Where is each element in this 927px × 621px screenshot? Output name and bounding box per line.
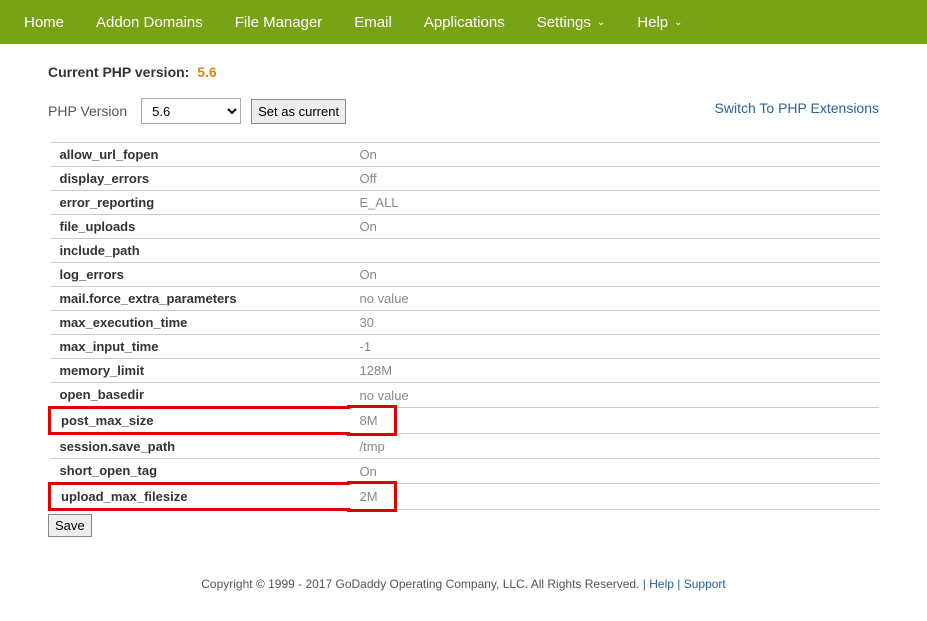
php-version-label: PHP Version [48,103,127,119]
nav-item-label: Email [354,14,392,31]
php-version-select[interactable]: 5.6 [141,98,241,124]
set-as-current-button[interactable]: Set as current [251,99,346,124]
current-version-value: 5.6 [197,64,216,80]
highlight-box [347,405,397,436]
setting-name: log_errors [50,263,350,287]
setting-name: post_max_size [50,408,350,434]
nav-item-label: File Manager [235,14,323,31]
footer-support-link[interactable]: Support [684,577,726,591]
setting-value[interactable]: On [350,459,880,484]
setting-value[interactable]: no value [350,287,880,311]
setting-name: include_path [50,239,350,263]
top-nav: Home Addon Domains File Manager Email Applic… [0,0,927,44]
nav-item-email[interactable]: Email [338,2,408,43]
nav-item-help[interactable]: Help ⌄ [621,2,698,43]
nav-item-label: Applications [424,14,505,31]
setting-value[interactable]: On [350,143,880,167]
main-content: Current PHP version: 5.6 PHP Version 5.6… [0,44,927,621]
chevron-down-icon: ⌄ [674,17,682,28]
version-selector-row: PHP Version 5.6 Set as current Switch To… [48,98,879,124]
setting-value[interactable]: Off [350,167,880,191]
switch-to-extensions-link[interactable]: Switch To PHP Extensions [715,100,879,116]
setting-value[interactable]: 128M [350,359,880,383]
setting-value[interactable]: On [350,263,880,287]
footer: Copyright © 1999 - 2017 GoDaddy Operatin… [48,567,879,601]
nav-item-label: Settings [537,14,591,31]
setting-name: display_errors [50,167,350,191]
highlight-box [347,481,397,512]
table-row: max_execution_time30 [50,311,880,335]
table-row: allow_url_fopenOn [50,143,880,167]
setting-name: allow_url_fopen [50,143,350,167]
setting-value[interactable]: 30 [350,311,880,335]
setting-name: max_input_time [50,335,350,359]
php-settings-table: allow_url_fopenOndisplay_errorsOfferror_… [48,142,879,511]
current-version-label: Current PHP version: [48,64,189,80]
setting-value[interactable]: 2M [350,484,880,510]
setting-value[interactable]: E_ALL [350,191,880,215]
table-row: file_uploadsOn [50,215,880,239]
setting-value[interactable]: no value [350,383,880,408]
table-row: session.save_path/tmp [50,434,880,459]
setting-value[interactable]: On [350,215,880,239]
table-row: mail.force_extra_parametersno value [50,287,880,311]
setting-name: memory_limit [50,359,350,383]
table-row: post_max_size8M [50,408,880,434]
nav-item-label: Addon Domains [96,14,203,31]
table-row: open_basedirno value [50,383,880,408]
table-row: upload_max_filesize2M [50,484,880,510]
setting-name: file_uploads [50,215,350,239]
nav-item-label: Home [24,14,64,31]
setting-value[interactable]: /tmp [350,434,880,459]
nav-item-addon-domains[interactable]: Addon Domains [80,2,219,43]
nav-item-applications[interactable]: Applications [408,2,521,43]
setting-name: open_basedir [50,383,350,408]
current-version-row: Current PHP version: 5.6 [48,64,879,80]
setting-name: session.save_path [50,434,350,459]
table-row: short_open_tagOn [50,459,880,484]
table-row: max_input_time-1 [50,335,880,359]
setting-value[interactable]: 8M [350,408,880,434]
save-button[interactable]: Save [48,514,92,537]
table-row: memory_limit128M [50,359,880,383]
setting-value[interactable] [350,239,880,263]
setting-name: short_open_tag [50,459,350,484]
setting-name: mail.force_extra_parameters [50,287,350,311]
setting-value[interactable]: -1 [350,335,880,359]
setting-name: upload_max_filesize [50,484,350,510]
setting-name: error_reporting [50,191,350,215]
nav-item-home[interactable]: Home [8,2,80,43]
chevron-down-icon: ⌄ [597,17,605,28]
table-row: error_reportingE_ALL [50,191,880,215]
footer-copyright: Copyright © 1999 - 2017 GoDaddy Operatin… [201,577,639,591]
nav-item-settings[interactable]: Settings ⌄ [521,2,622,43]
table-row: include_path [50,239,880,263]
setting-name: max_execution_time [50,311,350,335]
nav-item-label: Help [637,14,668,31]
nav-item-file-manager[interactable]: File Manager [219,2,339,43]
footer-help-link[interactable]: Help [649,577,674,591]
table-row: log_errorsOn [50,263,880,287]
table-row: display_errorsOff [50,167,880,191]
